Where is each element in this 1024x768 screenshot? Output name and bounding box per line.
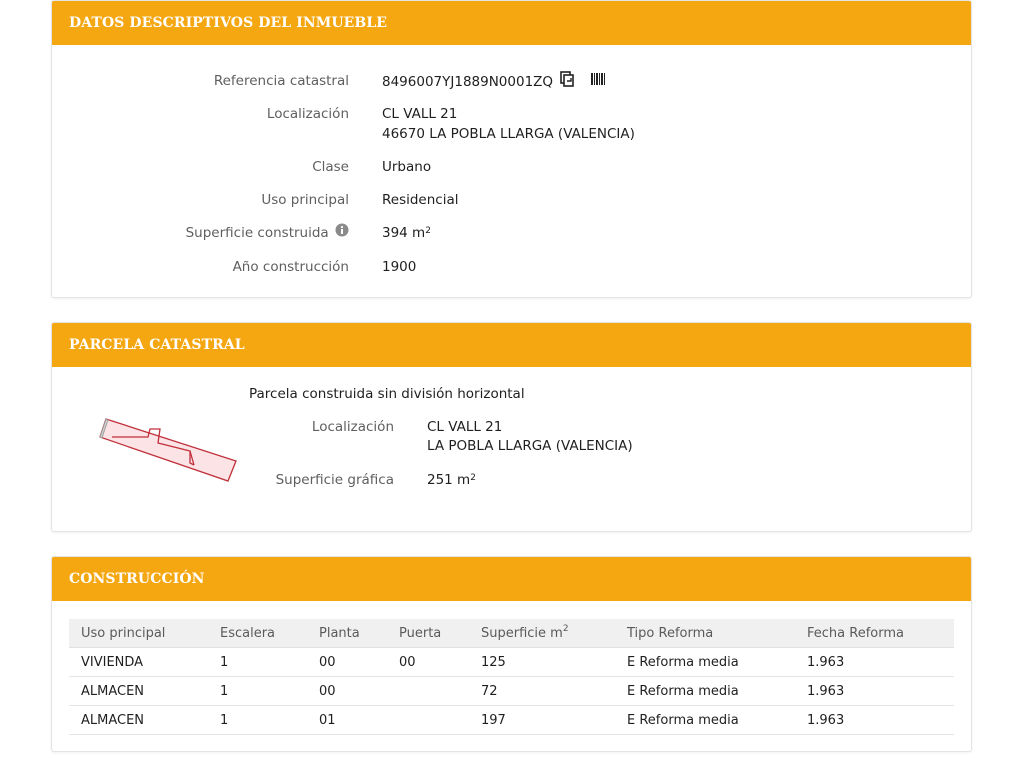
- referencia-text[interactable]: 8496007YJ1889N0001ZQ: [382, 74, 553, 90]
- table-row: ALMACEN 1 00 72 E Reforma media 1.963: [69, 676, 954, 706]
- parcela-catastral-header: PARCELA CATASTRAL: [52, 323, 971, 367]
- clase-label: Clase: [312, 159, 349, 175]
- superficie-construida-text: Superficie construida: [185, 225, 329, 241]
- construccion-header: CONSTRUCCIÓN: [52, 557, 971, 601]
- clase-value: Urbano: [382, 159, 432, 175]
- cell-uso: ALMACEN: [69, 676, 208, 706]
- cell-planta: 00: [307, 647, 387, 677]
- parcela-localizacion-line1: CL VALL 21: [427, 419, 503, 435]
- superficie-grafica-unit-sup: 2: [470, 473, 476, 483]
- superficie-construida-label: Superficie construida: [52, 223, 349, 243]
- cell-fecha-reforma: 1.963: [795, 676, 954, 706]
- col-escalera: Escalera: [208, 619, 307, 648]
- cell-puerta: [387, 705, 469, 735]
- parcela-tipo: Parcela construida sin división horizont…: [249, 386, 525, 402]
- construccion-table: Uso principal Escalera Planta Puerta Sup…: [69, 619, 954, 735]
- construccion-panel: CONSTRUCCIÓN Uso principal Escalera Plan…: [51, 556, 972, 752]
- superficie-grafica-value: 251 m2: [427, 470, 476, 490]
- cell-fecha-reforma: 1.963: [795, 705, 954, 735]
- cell-planta: 00: [307, 676, 387, 706]
- cell-tipo-reforma: E Reforma media: [615, 647, 795, 677]
- cell-escalera: 1: [208, 647, 307, 677]
- cell-tipo-reforma: E Reforma media: [615, 676, 795, 706]
- col-uso-principal: Uso principal: [69, 619, 208, 648]
- col-superficie: Superficie m2: [469, 619, 615, 648]
- datos-descriptivos-header: DATOS DESCRIPTIVOS DEL INMUEBLE: [52, 1, 971, 45]
- superficie-construida-number: 394 m: [382, 225, 426, 241]
- barcode-icon[interactable]: [590, 71, 606, 93]
- cell-superficie: 125: [469, 647, 615, 677]
- superficie-grafica-label: Superficie gráfica: [275, 472, 394, 488]
- localizacion-line2: 46670 LA POBLA LLARGA (VALENCIA): [382, 126, 635, 142]
- cell-planta: 01: [307, 705, 387, 735]
- copy-icon[interactable]: [559, 71, 575, 93]
- info-icon[interactable]: [335, 223, 349, 243]
- localizacion-label: Localización: [266, 106, 349, 122]
- cell-uso: ALMACEN: [69, 705, 208, 735]
- localizacion-line1: CL VALL 21: [382, 106, 458, 122]
- col-superficie-sup: 2: [562, 623, 569, 634]
- uso-principal-label: Uso principal: [261, 192, 349, 208]
- referencia-label: Referencia catastral: [213, 73, 349, 89]
- col-puerta: Puerta: [387, 619, 469, 648]
- col-planta: Planta: [307, 619, 387, 648]
- cell-fecha-reforma: 1.963: [795, 647, 954, 677]
- anio-construccion-label: Año construcción: [232, 259, 349, 275]
- table-row: VIVIENDA 1 00 00 125 E Reforma media 1.9…: [69, 647, 954, 677]
- col-superficie-text: Superficie m: [481, 625, 563, 641]
- col-fecha-reforma: Fecha Reforma: [795, 619, 954, 648]
- cell-uso: VIVIENDA: [69, 647, 208, 677]
- superficie-grafica-number: 251 m: [427, 472, 471, 488]
- parcela-localizacion-label: Localización: [311, 419, 394, 435]
- cell-escalera: 1: [208, 705, 307, 735]
- superficie-construida-unit-sup: 2: [425, 226, 431, 236]
- cell-escalera: 1: [208, 676, 307, 706]
- table-header-row: Uso principal Escalera Planta Puerta Sup…: [69, 619, 954, 648]
- cell-tipo-reforma: E Reforma media: [615, 705, 795, 735]
- uso-principal-value: Residencial: [382, 192, 459, 208]
- parcela-catastral-panel: PARCELA CATASTRAL Parcela construida sin…: [51, 322, 972, 532]
- cell-superficie: 197: [469, 705, 615, 735]
- parcela-localizacion-line2: LA POBLA LLARGA (VALENCIA): [427, 438, 633, 454]
- superficie-construida-value: 394 m2: [382, 223, 431, 243]
- datos-descriptivos-panel: DATOS DESCRIPTIVOS DEL INMUEBLE Referenc…: [51, 0, 972, 298]
- cell-puerta: 00: [387, 647, 469, 677]
- referencia-value: 8496007YJ1889N0001ZQ: [382, 71, 606, 93]
- cell-puerta: [387, 676, 469, 706]
- anio-construccion-value: 1900: [382, 259, 417, 275]
- table-row: ALMACEN 1 01 197 E Reforma media 1.963: [69, 705, 954, 735]
- cell-superficie: 72: [469, 676, 615, 706]
- col-tipo-reforma: Tipo Reforma: [615, 619, 795, 648]
